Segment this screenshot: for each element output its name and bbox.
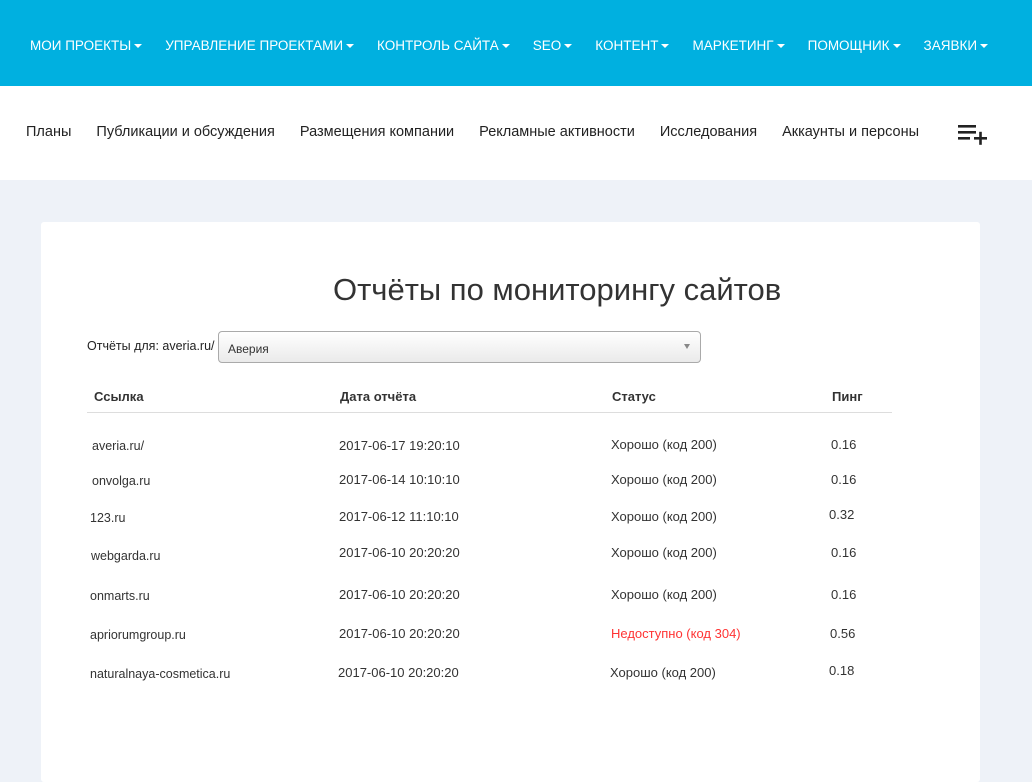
caret-down-icon bbox=[661, 44, 670, 48]
caret-down-icon bbox=[346, 44, 355, 48]
menu-label: МОИ ПРОЕКТЫ bbox=[30, 38, 132, 53]
cell-date: 2017-06-10 20:20:20 bbox=[338, 665, 459, 680]
table-row: naturalnaya-cosmetica.ru 2017-06-10 20:2… bbox=[41, 663, 980, 695]
cell-link[interactable]: averia.ru/ bbox=[92, 439, 144, 453]
header-status: Статус bbox=[612, 389, 656, 404]
cell-status: Хорошо (код 200) bbox=[611, 437, 717, 452]
menu-label: ПОМОЩНИК bbox=[807, 38, 890, 53]
menu-content[interactable]: КОНТЕНТ bbox=[595, 38, 670, 53]
secondary-navigation: Планы Публикации и обсуждения Размещения… bbox=[0, 86, 1032, 180]
cell-date: 2017-06-17 19:20:10 bbox=[339, 438, 460, 453]
subnav-ad-activities[interactable]: Рекламные активности bbox=[479, 124, 635, 140]
cell-ping: 0.32 bbox=[829, 507, 855, 522]
header-date: Дата отчёта bbox=[340, 389, 417, 404]
cell-status: Хорошо (код 200) bbox=[611, 587, 717, 602]
cell-link[interactable]: apriorumgroup.ru bbox=[90, 628, 186, 642]
cell-ping: 0.18 bbox=[829, 663, 855, 678]
cell-ping: 0.56 bbox=[830, 626, 856, 641]
cell-link[interactable]: onmarts.ru bbox=[90, 589, 150, 603]
table-row: webgarda.ru 2017-06-10 20:20:20 Хорошо (… bbox=[41, 545, 980, 575]
dropdown-arrow-icon bbox=[684, 344, 690, 349]
subnav-accounts[interactable]: Аккаунты и персоны bbox=[782, 124, 919, 140]
reports-card: Отчёты по мониторингу сайтов Отчёты для:… bbox=[41, 222, 980, 782]
table-header: Ссылка Дата отчёта Статус Пинг bbox=[87, 382, 892, 413]
cell-status: Хорошо (код 200) bbox=[611, 545, 717, 560]
cell-status: Хорошо (код 200) bbox=[610, 665, 716, 680]
caret-down-icon bbox=[776, 44, 785, 48]
caret-down-icon bbox=[892, 44, 901, 48]
top-navigation-bar: МОИ ПРОЕКТЫ УПРАВЛЕНИЕ ПРОЕКТАМИ КОНТРОЛ… bbox=[0, 0, 1032, 86]
table-row: onvolga.ru 2017-06-14 10:10:10 Хорошо (к… bbox=[41, 472, 980, 502]
caret-down-icon bbox=[564, 44, 573, 48]
subnav-publications[interactable]: Публикации и обсуждения bbox=[96, 124, 275, 140]
menu-assistant[interactable]: ПОМОЩНИК bbox=[808, 38, 901, 53]
main-menu: МОИ ПРОЕКТЫ УПРАВЛЕНИЕ ПРОЕКТАМИ КОНТРОЛ… bbox=[30, 38, 1011, 53]
table-row: averia.ru/ 2017-06-17 19:20:10 Хорошо (к… bbox=[41, 437, 980, 468]
menu-label: УПРАВЛЕНИЕ ПРОЕКТАМИ bbox=[165, 38, 344, 53]
cell-date: 2017-06-14 10:10:10 bbox=[339, 472, 460, 487]
menu-marketing[interactable]: МАРКЕТИНГ bbox=[692, 38, 785, 53]
filter-label: Отчёты для: averia.ru/ bbox=[87, 339, 215, 353]
menu-site-control[interactable]: КОНТРОЛЬ САЙТА bbox=[377, 38, 510, 53]
subnav-plans[interactable]: Планы bbox=[26, 124, 71, 140]
cell-ping: 0.16 bbox=[831, 472, 857, 487]
menu-label: SEO bbox=[532, 38, 562, 53]
cell-link[interactable]: naturalnaya-cosmetica.ru bbox=[90, 667, 230, 681]
project-select[interactable]: Аверия bbox=[218, 331, 701, 363]
cell-date: 2017-06-10 20:20:20 bbox=[339, 587, 460, 602]
caret-down-icon bbox=[980, 44, 989, 48]
cell-link[interactable]: onvolga.ru bbox=[92, 474, 150, 488]
subnav-placements[interactable]: Размещения компании bbox=[300, 124, 454, 140]
caret-down-icon bbox=[134, 44, 143, 48]
cell-ping: 0.16 bbox=[831, 545, 857, 560]
subnav-research[interactable]: Исследования bbox=[660, 124, 757, 140]
cell-date: 2017-06-10 20:20:20 bbox=[339, 626, 460, 641]
cell-date: 2017-06-10 20:20:20 bbox=[339, 545, 460, 560]
cell-status: Хорошо (код 200) bbox=[611, 509, 717, 524]
menu-project-management[interactable]: УПРАВЛЕНИЕ ПРОЕКТАМИ bbox=[165, 38, 355, 53]
menu-label: КОНТРОЛЬ САЙТА bbox=[377, 38, 499, 53]
caret-down-icon bbox=[501, 44, 510, 48]
cell-link[interactable]: webgarda.ru bbox=[91, 549, 161, 563]
table-row: 123.ru 2017-06-12 11:10:10 Хорошо (код 2… bbox=[41, 507, 980, 539]
menu-label: МАРКЕТИНГ bbox=[692, 38, 774, 53]
menu-label: КОНТЕНТ bbox=[595, 38, 659, 53]
menu-requests[interactable]: ЗАЯВКИ bbox=[923, 38, 989, 53]
table-row: onmarts.ru 2017-06-10 20:20:20 Хорошо (к… bbox=[41, 587, 980, 617]
select-value: Аверия bbox=[228, 342, 269, 356]
cell-status: Хорошо (код 200) bbox=[611, 472, 717, 487]
secondary-links: Планы Публикации и обсуждения Размещения… bbox=[26, 124, 944, 140]
cell-ping: 0.16 bbox=[831, 587, 857, 602]
menu-my-projects[interactable]: МОИ ПРОЕКТЫ bbox=[30, 38, 143, 53]
page-title: Отчёты по мониторингу сайтов bbox=[333, 272, 782, 307]
cell-status-error: Недоступно (код 304) bbox=[611, 626, 741, 641]
cell-link[interactable]: 123.ru bbox=[90, 511, 125, 525]
table-row: apriorumgroup.ru 2017-06-10 20:20:20 Нед… bbox=[41, 626, 980, 656]
playlist-add-icon[interactable] bbox=[957, 122, 989, 146]
menu-seo[interactable]: SEO bbox=[533, 38, 573, 53]
header-ping: Пинг bbox=[832, 389, 863, 404]
menu-label: ЗАЯВКИ bbox=[923, 38, 978, 53]
header-link: Ссылка bbox=[94, 389, 144, 404]
cell-ping: 0.16 bbox=[831, 437, 857, 452]
cell-date: 2017-06-12 11:10:10 bbox=[339, 509, 459, 524]
